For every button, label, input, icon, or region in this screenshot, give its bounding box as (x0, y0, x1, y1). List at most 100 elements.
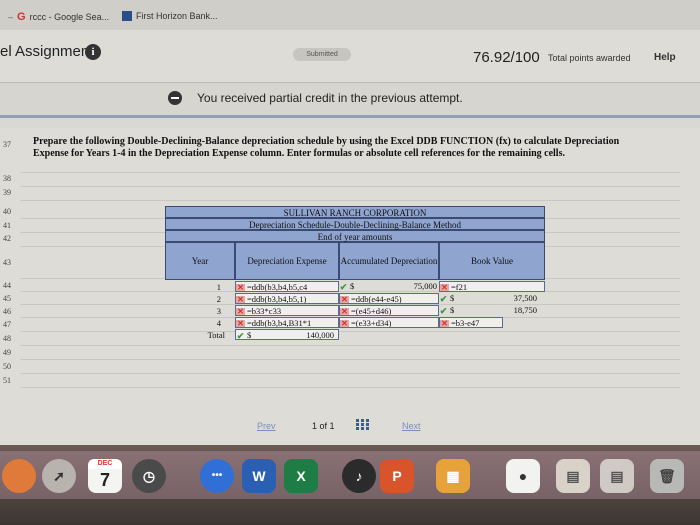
itunes-icon[interactable]: ♪ (342, 459, 376, 493)
info-icon[interactable]: i (85, 44, 101, 60)
calendar-icon[interactable]: DEC 7 (88, 459, 122, 493)
currency-symbol: $ (350, 281, 355, 291)
incorrect-icon: ✕ (236, 283, 245, 292)
row-number: 41 (3, 221, 11, 230)
cell-value: =ddb(b3,b4,b5,1) (247, 294, 307, 304)
currency-symbol: $ (450, 305, 455, 315)
column-header-accumulated: Accumulated Depreciation (339, 242, 439, 280)
company-name: SULLIVAN RANCH CORPORATION (165, 206, 545, 218)
launchpad-icon[interactable]: ➚ (42, 459, 76, 493)
incorrect-icon: ✕ (236, 295, 245, 304)
collapse-icon[interactable] (168, 91, 182, 105)
year-cell: 3 (216, 306, 221, 316)
row-number: 47 (3, 320, 11, 329)
help-link[interactable]: Help (654, 52, 676, 63)
row-number: 44 (3, 281, 11, 290)
accumulated-cell[interactable]: ✕ =(e33+d34) (339, 317, 439, 328)
row-number: 45 (3, 294, 11, 303)
powerpoint-icon[interactable]: P (380, 459, 414, 493)
row-number: 40 (3, 207, 11, 216)
column-header-book-value: Book Value (439, 242, 545, 280)
page-indicator: 1 of 1 (312, 421, 335, 431)
table-period: End of year amounts (165, 230, 545, 242)
year-cell: 1 (216, 282, 221, 292)
incorrect-icon: ✕ (440, 319, 449, 328)
chrome-icon[interactable] (2, 459, 36, 493)
prev-link[interactable]: Prev (257, 421, 276, 431)
cell-value: =b3-e47 (451, 318, 480, 328)
messages-icon[interactable]: ••• (200, 459, 234, 493)
correct-icon: ✔ (439, 294, 448, 304)
excel-icon[interactable]: X (284, 459, 318, 493)
book-value-cell[interactable]: ✔ $37,500 (439, 293, 545, 304)
chevron-icon: – (8, 12, 14, 22)
depreciation-cell[interactable]: ✕ =ddb(b3,b4,B31*1 (235, 317, 339, 328)
spreadsheet: 37 38 39 40 41 42 43 44 45 46 47 48 49 5… (0, 128, 700, 445)
depreciation-cell[interactable]: ✕ =ddb(b3,b4,b5,c4 (235, 281, 339, 292)
incorrect-icon: ✕ (236, 319, 245, 328)
year-cell: 4 (216, 318, 221, 328)
row-number: 38 (3, 174, 11, 183)
row-number: 43 (3, 258, 11, 267)
row-number: 51 (3, 376, 11, 385)
row-number: 48 (3, 334, 11, 343)
year-cell: 2 (216, 294, 221, 304)
grid-icon[interactable] (356, 418, 369, 430)
question-prompt: Prepare the following Double-Declining-B… (33, 136, 620, 159)
cell-value: =(e45+d46) (351, 306, 392, 316)
document-thumbnail-icon[interactable]: ▤ (556, 459, 590, 493)
row-number: 49 (3, 348, 11, 357)
row-number: 50 (3, 362, 11, 371)
book-value-cell[interactable]: ✕ =b3-e47 (439, 317, 503, 328)
total-depreciation-cell[interactable]: ✔ $140,000 (235, 329, 339, 340)
system-preferences-icon[interactable]: ● (506, 459, 540, 493)
cell-value: =ddb(e44-e45) (351, 294, 402, 304)
bookmarks-bar: – G rccc - Google Sea... First Horizon B… (0, 0, 700, 31)
cell-value: 140,000 (306, 330, 334, 340)
accumulated-cell[interactable]: ✔ $75,000 (339, 281, 439, 292)
incorrect-icon: ✕ (340, 307, 349, 316)
bookmark-first-horizon[interactable]: First Horizon Bank... (122, 11, 218, 21)
assignment-header: el Assignment i Submitted 76.92/100 Tota… (0, 30, 700, 83)
next-link[interactable]: Next (402, 421, 421, 431)
score-value: 76.92/100 (473, 49, 540, 66)
correct-icon: ✔ (236, 331, 245, 340)
column-header-depreciation: Depreciation Expense (235, 242, 339, 280)
bookmark-label: First Horizon Bank... (136, 11, 218, 21)
document-thumbnail-icon[interactable]: ▤ (600, 459, 634, 493)
clock-icon[interactable]: ◷ (132, 459, 166, 493)
cell-value: =f21 (451, 282, 468, 292)
notice-text: You received partial credit in the previ… (197, 91, 463, 105)
spreadsheet-app-icon[interactable]: ▦ (436, 459, 470, 493)
row-number: 46 (3, 307, 11, 316)
browser-window: – G rccc - Google Sea... First Horizon B… (0, 0, 700, 445)
google-icon: G (17, 11, 26, 23)
cell-value: 18,750 (513, 305, 537, 315)
cell-value: =b33*c33 (247, 306, 282, 316)
cell-value: =(e33+d34) (351, 318, 392, 328)
calendar-day: 7 (99, 470, 110, 490)
bookmark-google[interactable]: – G rccc - Google Sea... (8, 11, 109, 23)
calendar-month: DEC (88, 459, 122, 469)
column-header-year: Year (165, 242, 235, 280)
depreciation-cell[interactable]: ✕ =b33*c33 (235, 305, 339, 316)
depreciation-cell[interactable]: ✕ =ddb(b3,b4,b5,1) (235, 293, 339, 304)
book-value-cell[interactable]: ✕ =f21 (439, 281, 545, 292)
row-number: 42 (3, 234, 11, 243)
score-label: Total points awarded (548, 53, 631, 63)
accumulated-cell[interactable]: ✕ =(e45+d46) (339, 305, 439, 316)
trash-icon[interactable]: 🗑 (650, 459, 684, 493)
row-number: 39 (3, 188, 11, 197)
accumulated-cell[interactable]: ✕ =ddb(e44-e45) (339, 293, 439, 304)
table-subtitle: Depreciation Schedule-Double-Declining-B… (165, 218, 545, 230)
incorrect-icon: ✕ (440, 283, 449, 292)
incorrect-icon: ✕ (236, 307, 245, 316)
book-value-cell[interactable]: ✔ $18,750 (439, 305, 545, 316)
status-badge: Submitted (293, 48, 351, 61)
cell-value: =ddb(b3,b4,b5,c4 (247, 282, 308, 292)
partial-credit-notice: You received partial credit in the previ… (0, 83, 700, 118)
word-icon[interactable]: W (242, 459, 276, 493)
incorrect-icon: ✕ (340, 295, 349, 304)
currency-symbol: $ (450, 293, 455, 303)
total-label: Total (207, 330, 225, 340)
